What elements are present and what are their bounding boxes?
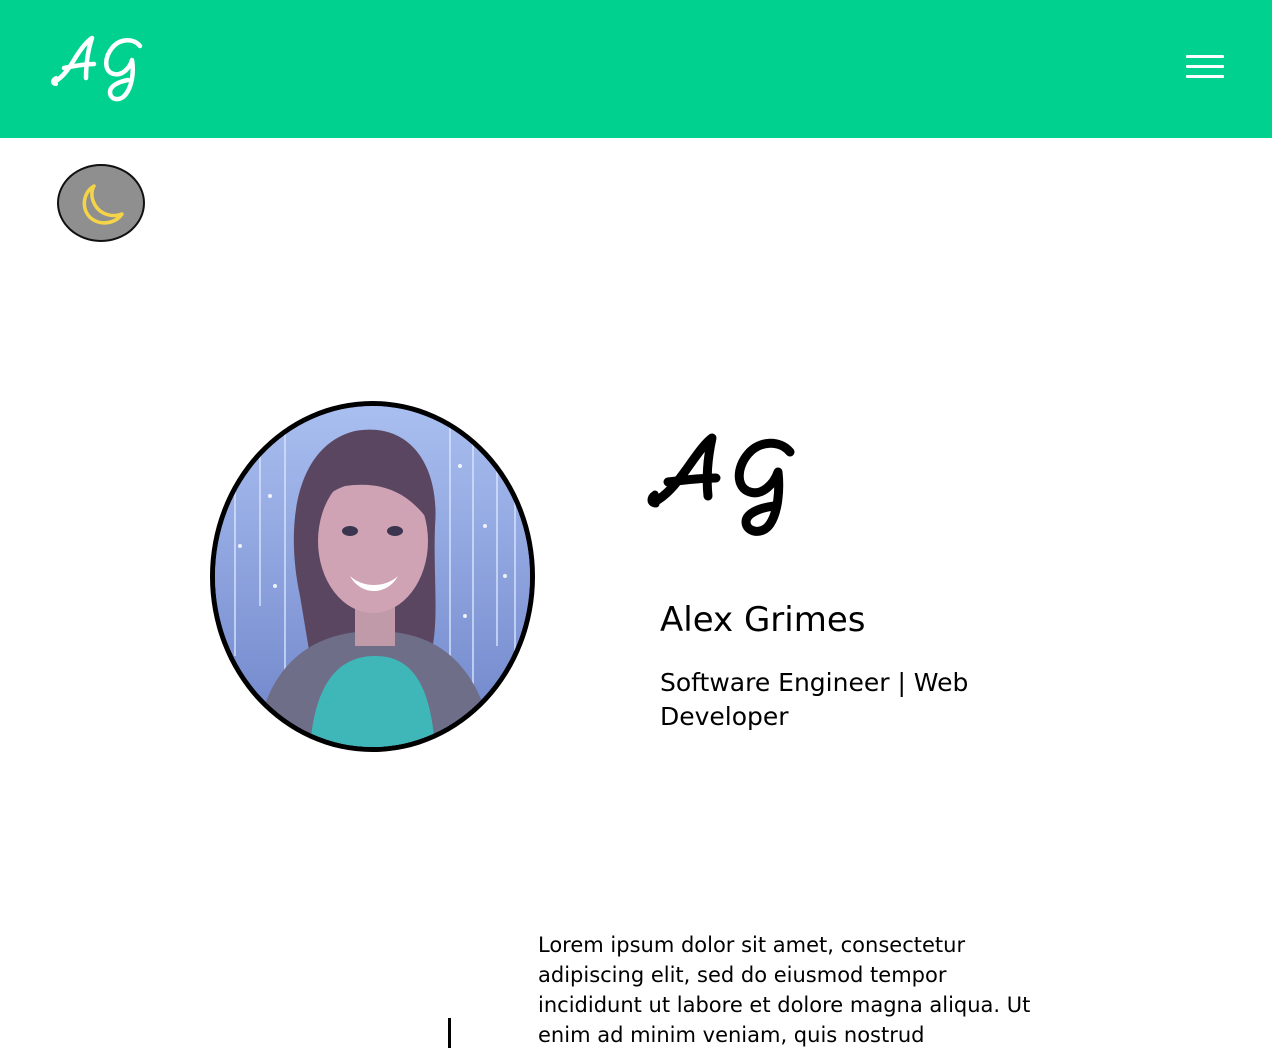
hero-logo	[647, 433, 795, 536]
hero-name: Alex Grimes	[660, 600, 866, 640]
site-logo[interactable]	[48, 30, 148, 106]
intro-paragraph: Lorem ipsum dolor sit amet, consectetur …	[538, 933, 1031, 1047]
site-header	[0, 0, 1272, 138]
hamburger-menu-icon[interactable]	[1180, 50, 1228, 84]
moon-icon	[82, 184, 124, 225]
timeline-divider	[448, 1018, 451, 1048]
theme-toggle-button[interactable]	[57, 164, 145, 242]
hero-role: Software Engineer | Web Developer	[660, 668, 969, 731]
profile-photo	[210, 401, 535, 752]
